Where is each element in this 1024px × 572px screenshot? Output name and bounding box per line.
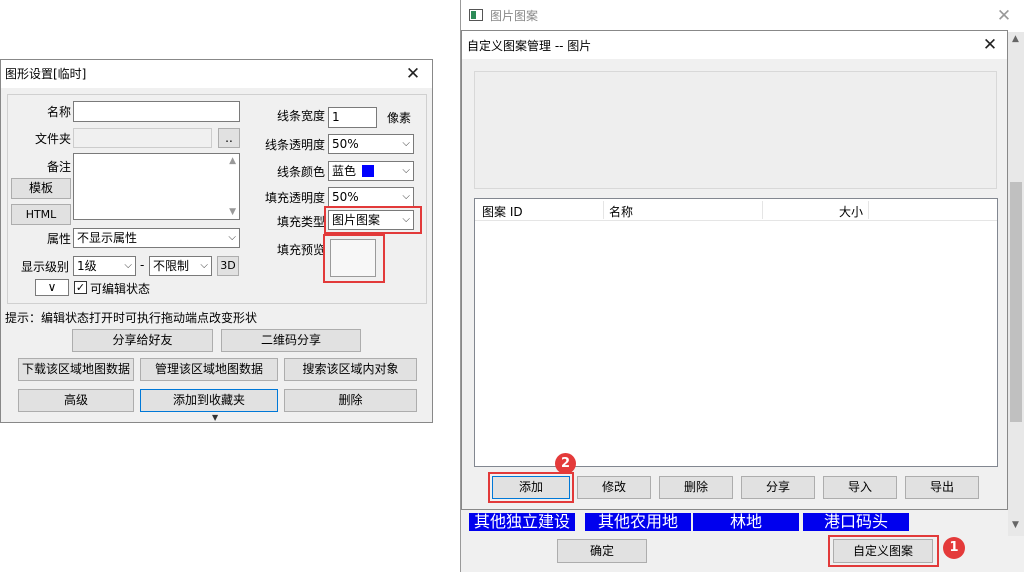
pattern-preview-area [474, 71, 997, 189]
delete-button[interactable]: 删除 [284, 389, 417, 412]
dialog-title: 自定义图案管理 -- 图片 [467, 39, 592, 53]
chevron-down-icon: ⌵ [200, 260, 208, 271]
chevron-down-icon: ∨ [47, 280, 57, 294]
column-header-size[interactable]: 大小 [839, 203, 863, 220]
import-button[interactable]: 导入 [823, 476, 897, 499]
scroll-up-icon[interactable]: ▲ [229, 156, 236, 166]
line-alpha-label: 线条透明度 [264, 138, 325, 152]
edit-button[interactable]: 修改 [577, 476, 651, 499]
level-to-select[interactable]: 不限制 ⌵ [149, 256, 212, 276]
fill-alpha-select[interactable]: 50% ⌵ [328, 187, 414, 207]
pattern-list[interactable]: 图案 ID 名称 大小 [474, 198, 998, 467]
picture-pattern-titlebar: 图片图案 ✕ [461, 0, 1024, 32]
search-area-button[interactable]: 搜索该区域内对象 [284, 358, 417, 381]
window-app-icon [469, 9, 483, 21]
note-textarea[interactable]: ▲ ▼ [73, 153, 240, 220]
name-label: 名称 [46, 105, 71, 119]
shape-settings-dialog: 图形设置[临时] ✕ 名称 文件夹 .. 备注 ▲ ▼ 模板 HTML 属性 不… [0, 59, 433, 423]
chevron-down-icon: ⌵ [402, 165, 410, 176]
attribute-select[interactable]: 不显示属性 ⌵ [73, 228, 240, 248]
editable-label: 可编辑状态 [90, 282, 151, 296]
window-title: 图片图案 [490, 9, 539, 23]
template-button[interactable]: 模板 [11, 178, 71, 199]
scroll-thumb[interactable] [1010, 182, 1022, 422]
dialog-title: 图形设置[临时] [5, 67, 87, 81]
step-badge-2: 2 [555, 453, 576, 474]
custom-pattern-dialog: 自定义图案管理 -- 图片 ✕ 图案 ID 名称 大小 添加 2 修改 删除 分… [461, 30, 1008, 510]
line-width-unit: 像素 [387, 111, 412, 125]
column-header-id[interactable]: 图案 ID [482, 203, 523, 220]
dropdown-toggle-button[interactable]: ∨ [35, 279, 69, 296]
scroll-down-icon[interactable]: ▼ [229, 207, 236, 217]
scroll-up-icon[interactable]: ▲ [1012, 34, 1019, 44]
expand-down-icon[interactable]: ▼ [212, 413, 218, 422]
step-badge-1: 1 [943, 537, 965, 559]
fill-preview-highlight [323, 234, 385, 283]
custom-pattern-highlight [828, 535, 939, 567]
level-dash: - [140, 258, 145, 272]
qr-share-button[interactable]: 二维码分享 [221, 329, 361, 352]
line-width-input[interactable]: 1 [328, 107, 377, 128]
check-icon: ✓ [75, 281, 86, 294]
close-icon[interactable]: ✕ [980, 35, 1000, 55]
fill-alpha-label: 填充透明度 [264, 191, 325, 205]
folder-input[interactable] [73, 128, 212, 148]
line-color-label: 线条颜色 [276, 165, 325, 179]
advanced-button[interactable]: 高级 [18, 389, 134, 412]
hint-text: 提示：编辑状态打开时可执行拖动端点改变形状 [5, 311, 258, 325]
pattern-cell[interactable]: 其他农用地 [585, 513, 691, 531]
pattern-cell[interactable]: 林地 [693, 513, 799, 531]
attribute-label: 属性 [46, 232, 71, 246]
add-highlight [488, 472, 574, 503]
pattern-cell[interactable]: 其他独立建设 [469, 513, 575, 531]
fill-type-label: 填充类型 [276, 215, 325, 229]
folder-label: 文件夹 [34, 132, 71, 146]
custom-pattern-titlebar: 自定义图案管理 -- 图片 ✕ [462, 31, 1007, 59]
fill-type-highlight [324, 206, 422, 234]
delete-button[interactable]: 删除 [659, 476, 733, 499]
color-swatch [361, 165, 374, 177]
chevron-down-icon: ⌵ [228, 232, 236, 243]
ok-button[interactable]: 确定 [557, 539, 647, 563]
column-header-name[interactable]: 名称 [609, 203, 633, 220]
share-friend-button[interactable]: 分享给好友 [72, 329, 213, 352]
editable-checkbox[interactable]: ✓ [74, 281, 87, 294]
scroll-down-icon[interactable]: ▼ [1012, 520, 1019, 530]
display-level-label: 显示级别 [21, 260, 70, 274]
shape-settings-titlebar: 图形设置[临时] ✕ [1, 60, 432, 88]
line-alpha-select[interactable]: 50% ⌵ [328, 134, 414, 154]
line-color-select[interactable]: 蓝色 ⌵ [328, 161, 414, 181]
level-from-select[interactable]: 1级 ⌵ [73, 256, 136, 276]
fill-preview-label: 填充预览 [276, 243, 325, 257]
html-button[interactable]: HTML [11, 204, 71, 225]
list-header: 图案 ID 名称 大小 [475, 199, 997, 221]
chevron-down-icon: ⌵ [402, 138, 410, 149]
add-favorite-button[interactable]: 添加到收藏夹 [140, 389, 278, 412]
window-scrollbar[interactable]: ▲ ▼ [1008, 32, 1024, 536]
3d-button[interactable]: 3D [217, 256, 239, 276]
manage-map-button[interactable]: 管理该区域地图数据 [140, 358, 278, 381]
close-icon[interactable]: ✕ [403, 64, 423, 84]
note-label: 备注 [46, 160, 71, 174]
close-icon[interactable]: ✕ [994, 6, 1014, 26]
share-button[interactable]: 分享 [741, 476, 815, 499]
folder-browse-button[interactable]: .. [218, 128, 240, 148]
download-map-button[interactable]: 下载该区域地图数据 [18, 358, 134, 381]
name-input[interactable] [73, 101, 240, 122]
pattern-cell[interactable]: 港口码头 [803, 513, 909, 531]
chevron-down-icon: ⌵ [402, 191, 410, 202]
export-button[interactable]: 导出 [905, 476, 979, 499]
chevron-down-icon: ⌵ [124, 260, 132, 271]
line-width-label: 线条宽度 [276, 109, 325, 123]
